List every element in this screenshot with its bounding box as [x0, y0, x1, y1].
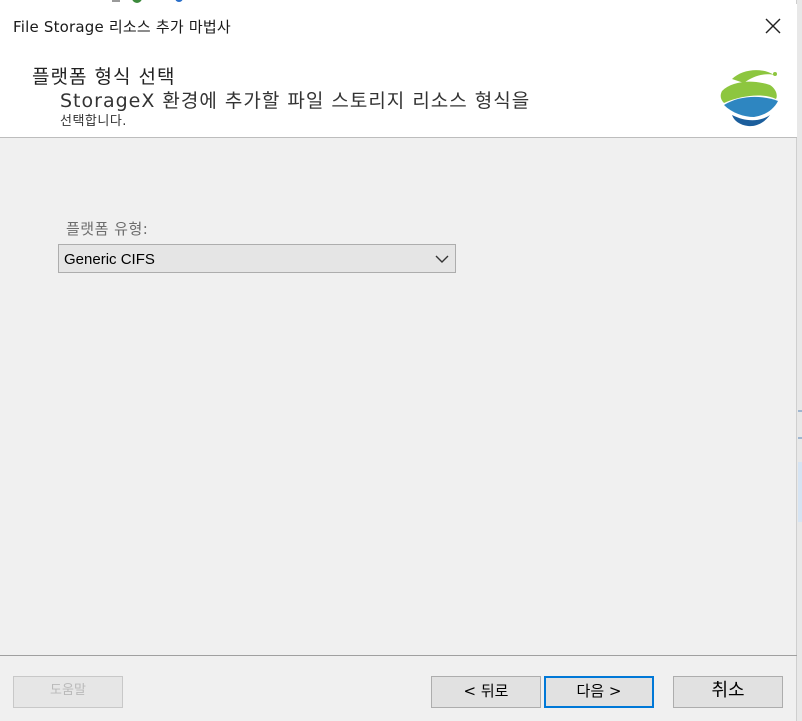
wizard-window: File Storage 리소스 추가 마법사 플랫폼 형식 선택 Storag…	[0, 0, 802, 721]
background-icon	[175, 0, 183, 2]
background-mark	[798, 437, 802, 439]
platform-type-dropdown[interactable]: Generic CIFS	[58, 244, 456, 273]
back-button[interactable]: < 뒤로	[431, 676, 541, 708]
background-icon	[112, 0, 120, 2]
footer-divider	[0, 655, 797, 656]
background-mark	[798, 410, 802, 412]
close-icon	[765, 18, 781, 34]
window-title: File Storage 리소스 추가 마법사	[13, 18, 231, 36]
help-button[interactable]: 도움말	[13, 676, 123, 708]
close-button[interactable]	[759, 12, 787, 40]
title-bar: File Storage 리소스 추가 마법사	[0, 4, 797, 48]
cancel-button[interactable]: 취소	[673, 676, 783, 708]
platform-type-value: Generic CIFS	[64, 251, 155, 268]
wizard-header: 플랫폼 형식 선택 StorageX 환경에 추가할 파일 스토리지 리소스 형…	[0, 48, 797, 138]
background-mark	[798, 462, 802, 522]
chevron-down-icon	[435, 255, 449, 263]
page-subtitle-continued: 선택합니다.	[60, 114, 127, 129]
page-subtitle: StorageX 환경에 추가할 파일 스토리지 리소스 형식을	[60, 90, 531, 112]
storagex-logo-icon	[720, 70, 778, 127]
page-title: 플랫폼 형식 선택	[32, 66, 176, 88]
platform-type-label: 플랫폼 유형:	[66, 220, 149, 238]
background-icon	[132, 0, 142, 3]
next-button[interactable]: 다음 >	[544, 676, 654, 708]
